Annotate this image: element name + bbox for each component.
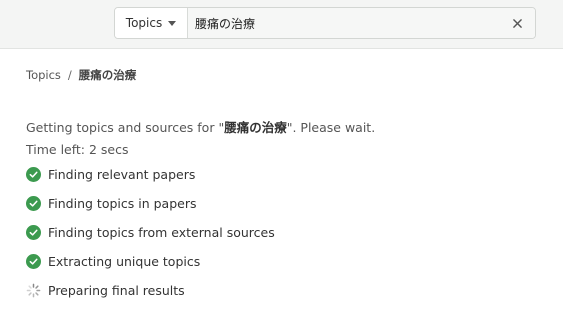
clear-search-button[interactable] — [499, 8, 535, 38]
scope-dropdown[interactable]: Topics — [115, 8, 188, 38]
top-bar: Topics 腰痛の治療 — [0, 0, 563, 49]
step-item: Preparing final results — [26, 276, 275, 305]
search-bar: Topics 腰痛の治療 — [114, 7, 536, 39]
status-query: 腰痛の治療 — [224, 120, 287, 135]
status-suffix: ". Please wait. — [286, 120, 376, 135]
status-prefix: Getting topics and sources for " — [26, 120, 225, 135]
step-item: Extracting unique topics — [26, 247, 275, 276]
step-item: Finding relevant papers — [26, 160, 275, 189]
search-input[interactable]: 腰痛の治療 — [188, 8, 499, 38]
check-circle-icon — [26, 167, 41, 182]
scope-dropdown-label: Topics — [125, 16, 163, 30]
step-label: Finding topics from external sources — [48, 225, 275, 240]
step-item: Finding topics in papers — [26, 189, 275, 218]
step-item: Finding topics from external sources — [26, 218, 275, 247]
breadcrumb-separator: / — [67, 68, 72, 82]
step-label: Finding topics in papers — [48, 196, 197, 211]
breadcrumb: Topics / 腰痛の治療 — [26, 67, 136, 83]
caret-down-icon — [168, 20, 177, 26]
step-label: Extracting unique topics — [48, 254, 201, 269]
breadcrumb-topics-link[interactable]: Topics — [26, 68, 61, 82]
step-label: Finding relevant papers — [48, 167, 196, 182]
check-circle-icon — [26, 254, 41, 269]
status-message: Getting topics and sources for "腰痛の治療". … — [26, 117, 375, 136]
breadcrumb-current: 腰痛の治療 — [78, 68, 137, 82]
check-circle-icon — [26, 196, 41, 211]
progress-steps: Finding relevant papers Finding topics i… — [26, 160, 275, 305]
check-circle-icon — [26, 225, 41, 240]
spinner-icon — [26, 283, 41, 298]
close-icon — [512, 18, 522, 28]
step-label: Preparing final results — [48, 283, 185, 298]
search-input-value: 腰痛の治療 — [195, 16, 256, 31]
time-left: Time left: 2 secs — [26, 142, 129, 157]
